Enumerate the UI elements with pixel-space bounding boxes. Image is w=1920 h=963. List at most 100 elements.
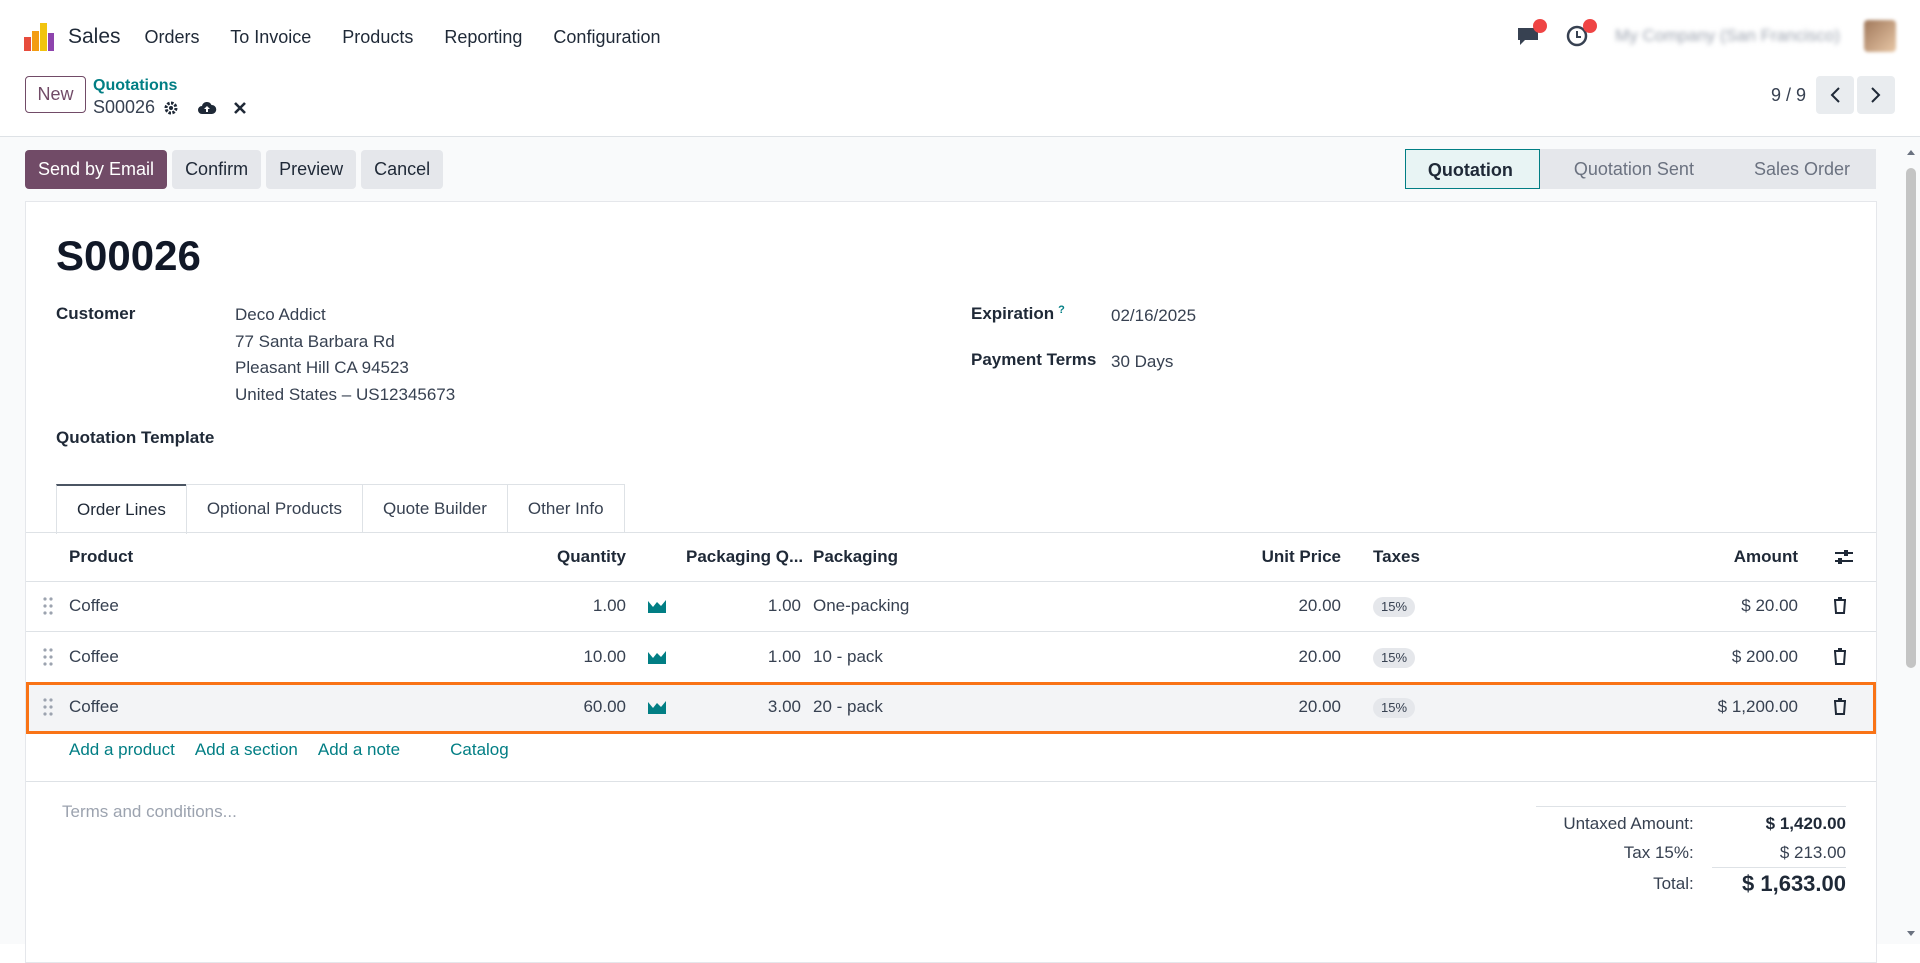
cell-product[interactable]: Coffee (69, 682, 119, 732)
user-avatar[interactable] (1864, 20, 1896, 52)
menu-to-invoice[interactable]: To Invoice (230, 27, 311, 47)
section-divider (26, 781, 1876, 782)
col-packaging[interactable]: Packaging (813, 533, 898, 581)
tab-optional-products[interactable]: Optional Products (185, 484, 363, 532)
breadcrumb-quotations[interactable]: Quotations (93, 77, 177, 95)
cell-packaging-qty[interactable]: 1.00 (686, 581, 801, 631)
cell-product[interactable]: Coffee (69, 581, 119, 631)
cell-packaging[interactable]: 20 - pack (813, 682, 883, 732)
quotation-template-label: Quotation Template (56, 428, 215, 447)
customer-address-line1: 77 Santa Barbara Rd (235, 332, 395, 351)
table-row-selected[interactable]: Coffee 60.00 3.00 20 - pack 20.00 15% $ … (26, 682, 1876, 734)
tab-order-lines[interactable]: Order Lines (56, 484, 187, 534)
drag-handle-icon[interactable] (43, 647, 53, 667)
chat-icon[interactable] (1515, 19, 1548, 48)
send-by-email-button[interactable]: Send by Email (25, 150, 168, 189)
cloud-upload-icon[interactable] (197, 100, 217, 116)
trash-icon[interactable] (1833, 597, 1847, 614)
breadcrumb-current: S00026 (93, 97, 247, 118)
col-unit-price[interactable]: Unit Price (1176, 533, 1341, 581)
add-note-link[interactable]: Add a note (318, 740, 400, 760)
untaxed-value: $ 1,420.00 (1765, 813, 1846, 833)
trash-icon[interactable] (1833, 698, 1847, 715)
menu-products[interactable]: Products (342, 27, 413, 47)
scrollbar-thumb[interactable] (1906, 168, 1916, 668)
page-scrollbar[interactable] (1906, 148, 1916, 938)
preview-button[interactable]: Preview (266, 150, 357, 189)
gear-icon[interactable] (163, 100, 179, 116)
cell-unit-price[interactable]: 20.00 (1176, 682, 1341, 732)
tab-other-info[interactable]: Other Info (506, 484, 625, 532)
total-value: $ 1,633.00 (1742, 871, 1846, 896)
payment-terms-field[interactable]: 30 Days (1111, 352, 1173, 372)
totals-summary: Untaxed Amount: $ 1,420.00 Tax 15%: $ 21… (1526, 806, 1846, 900)
add-product-link[interactable]: Add a product (69, 740, 175, 760)
scroll-down-icon[interactable] (1906, 930, 1916, 938)
pager-next-button[interactable] (1857, 76, 1895, 114)
form-sheet: S00026 Customer Deco Addict 77 Santa Bar… (25, 201, 1877, 963)
col-quantity[interactable]: Quantity (496, 533, 626, 581)
forecast-chart-icon[interactable] (647, 598, 667, 614)
tab-quote-builder[interactable]: Quote Builder (361, 484, 508, 532)
cell-quantity[interactable]: 10.00 (496, 632, 626, 682)
scroll-up-icon[interactable] (1906, 148, 1916, 156)
untaxed-label: Untaxed Amount: (1563, 813, 1694, 833)
tax-badge[interactable]: 15% (1373, 698, 1416, 718)
drag-handle-icon[interactable] (43, 596, 53, 616)
forecast-chart-icon[interactable] (647, 699, 667, 715)
cell-product[interactable]: Coffee (69, 632, 119, 682)
cell-amount: $ 20.00 (1741, 596, 1798, 615)
stage-quotation-sent[interactable]: Quotation Sent (1539, 149, 1720, 189)
discard-x-icon[interactable] (233, 101, 247, 115)
tax-badge[interactable]: 15% (1373, 597, 1416, 617)
col-taxes[interactable]: Taxes (1373, 533, 1420, 581)
terms-conditions-input[interactable]: Terms and conditions... (62, 802, 237, 822)
status-bar: Quotation Quotation Sent Sales Order (1404, 149, 1876, 189)
confirm-button[interactable]: Confirm (172, 150, 262, 189)
forecast-chart-icon[interactable] (647, 649, 667, 665)
notebook-tabs: Order Lines Optional Products Quote Buil… (56, 484, 625, 534)
stage-quotation[interactable]: Quotation (1404, 149, 1540, 189)
cell-unit-price[interactable]: 20.00 (1176, 632, 1341, 682)
record-name: S00026 (93, 97, 156, 117)
cell-quantity[interactable]: 60.00 (496, 682, 626, 732)
sales-app-icon (24, 23, 54, 51)
table-row[interactable]: Coffee 10.00 1.00 10 - pack 20.00 15% $ … (26, 632, 1876, 683)
new-button[interactable]: New (25, 76, 86, 113)
activity-clock-icon[interactable] (1565, 19, 1598, 48)
customer-name[interactable]: Deco Addict (235, 305, 326, 325)
col-amount[interactable]: Amount (1626, 533, 1798, 581)
cell-quantity[interactable]: 1.00 (496, 581, 626, 631)
cell-packaging-qty[interactable]: 1.00 (686, 632, 801, 682)
expiration-field[interactable]: 02/16/2025 (1111, 306, 1196, 326)
stage-sales-order[interactable]: Sales Order (1719, 149, 1876, 189)
cancel-button[interactable]: Cancel (361, 150, 444, 189)
cell-packaging[interactable]: One-packing (813, 581, 909, 631)
pager-value: 9 / 9 (1770, 85, 1806, 105)
menu-orders[interactable]: Orders (145, 27, 200, 47)
cell-unit-price[interactable]: 20.00 (1176, 581, 1341, 631)
cell-packaging[interactable]: 10 - pack (813, 632, 883, 682)
optional-columns-icon[interactable] (1834, 549, 1854, 565)
cell-packaging-qty[interactable]: 3.00 (686, 682, 801, 732)
add-section-link[interactable]: Add a section (195, 740, 298, 760)
pager-previous-button[interactable] (1816, 76, 1854, 114)
col-packaging-qty[interactable]: Packaging Q... (686, 533, 803, 581)
control-panel: New Quotations S00026 9 / 9 (0, 68, 1920, 137)
tax-badge[interactable]: 15% (1373, 648, 1416, 668)
drag-handle-icon[interactable] (43, 697, 53, 717)
app-brand[interactable]: Sales (24, 23, 145, 51)
untaxed-row: Untaxed Amount: $ 1,420.00 (1526, 809, 1846, 838)
cell-taxes: 15% (1373, 581, 1416, 631)
table-row[interactable]: Coffee 1.00 1.00 One-packing 20.00 15% $… (26, 581, 1876, 632)
menu-reporting[interactable]: Reporting (444, 27, 522, 47)
chevron-left-icon (1830, 87, 1840, 103)
menu-configuration[interactable]: Configuration (553, 27, 660, 47)
order-lines-header: Product Quantity Packaging Q... Packagin… (26, 533, 1876, 582)
trash-icon[interactable] (1833, 648, 1847, 665)
payment-terms-label: Payment Terms (971, 350, 1097, 369)
help-tooltip-icon[interactable]: ? (1058, 304, 1065, 316)
catalog-link[interactable]: Catalog (450, 740, 509, 760)
col-product[interactable]: Product (69, 533, 133, 581)
company-switcher[interactable]: My Company (San Francisco) (1615, 26, 1840, 46)
